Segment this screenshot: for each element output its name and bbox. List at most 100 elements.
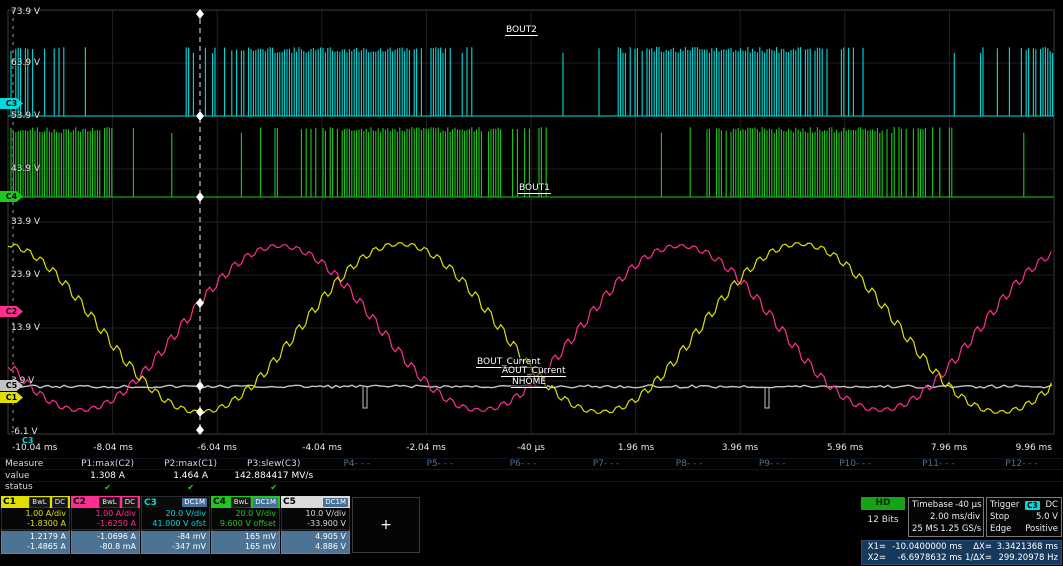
channel-c2-x2-value: -80.8 mA: [99, 542, 136, 551]
measure-p5-label[interactable]: P5- - -: [398, 459, 481, 469]
cursor-x2-label: X2=: [867, 553, 886, 563]
measure-status-row: status ✔ ✔ ✔: [0, 481, 1063, 492]
channel-c1-header[interactable]: C1 BwL DC: [1, 496, 70, 508]
measure-p11-label[interactable]: P11- - -: [897, 459, 980, 469]
trace-label-nhome: NHOME: [511, 377, 548, 388]
timebase-title: Timebase: [912, 500, 954, 510]
trigger-coupling: DC: [1045, 500, 1058, 510]
channel-c3-scale: 20.0 V/div: [165, 509, 206, 518]
channel-descriptor-c1[interactable]: C1 BwL DC 1.00 A/div -1.8300 A 1.2179 A …: [1, 496, 70, 554]
measure-p3-label[interactable]: P3:slew(C3): [232, 459, 315, 469]
x-axis-label: 9.96 ms: [1015, 443, 1052, 453]
channel-c2-cursor-values: -1.0696 A -80.8 mA: [71, 530, 140, 554]
channel-descriptor-c5[interactable]: C5 DC1M 10.0 V/div -33.900 V 4.905 V 4.8…: [281, 496, 350, 554]
channel-c4-label: C4: [213, 497, 226, 507]
channel-c4-bwl-badge: BwL: [230, 496, 252, 508]
channel-c5-x2-value: 4.886 V: [315, 542, 346, 551]
measure-p12-label[interactable]: P12- - -: [980, 459, 1063, 469]
x-axis-label: -4.04 ms: [302, 443, 342, 453]
channel-c1-scale: 1.00 A/div: [25, 509, 66, 518]
channel-c2-bwl-badge: BwL: [99, 496, 120, 508]
measure-p3-value: 142.884417 MV/s: [234, 470, 314, 481]
x-axis-label: -6.04 ms: [197, 443, 237, 453]
channel-c5-cursor-values: 4.905 V 4.886 V: [281, 530, 350, 554]
channel-c3-label: C3: [144, 497, 157, 508]
channel-c2-label: C2: [73, 497, 86, 507]
cursor-dx-value: 3.3421368 ms: [996, 542, 1058, 552]
cursor-invdx-value: 299.20978 Hz: [998, 553, 1058, 563]
x-axis-label: 5.96 ms: [826, 443, 864, 453]
channel-c3-x1-value: -84 mV: [177, 532, 206, 541]
channel-c1-settings[interactable]: 1.00 A/div -1.8300 A: [1, 508, 70, 530]
channel-c4-scale: 20.0 V/div: [235, 509, 276, 518]
channel-c3-x2-value: -347 mV: [172, 542, 206, 551]
trigger-panel[interactable]: Trigger C3 DC Stop 5.0 V Edge Positive: [986, 497, 1062, 537]
channel-c4-header[interactable]: C4 BwL DC1M: [211, 496, 280, 508]
timebase-samples: 25 MS: [912, 524, 939, 534]
timebase-panel[interactable]: Timebase -40 µs 2.00 ms/div 25 MS 1.25 G…: [908, 497, 984, 537]
trigger-title: Trigger: [990, 500, 1020, 510]
channel-c3-coupling-badge: DC1M: [182, 498, 207, 507]
measure-p1-label[interactable]: P1:max(C2): [66, 459, 149, 469]
x-axis-label: -10.04 ms: [12, 443, 58, 453]
measure-p9-label[interactable]: P9- - -: [731, 459, 814, 469]
measure-p2-label[interactable]: P2:max(C1): [149, 459, 232, 469]
measure-p1-value: 1.308 A: [90, 470, 125, 481]
waveform-display: [0, 0, 1063, 458]
trace-label-aout-current: AOUT_Current: [501, 366, 567, 377]
channel-c3-header[interactable]: C3 DC1M: [141, 496, 210, 508]
channel-c1-label: C1: [3, 497, 16, 507]
channel-c4-cursor-values: 165 mV 165 mV: [211, 530, 280, 554]
channel-c5-label: C5: [283, 497, 296, 507]
timebase-samplerate: 1.25 GS/s: [940, 524, 982, 534]
channel-c4-settings[interactable]: 20.0 V/div 9.600 V offset: [211, 508, 280, 530]
measure-p1-status-icon: ✔: [104, 482, 111, 492]
trigger-type: Edge: [990, 524, 1012, 534]
cursor-x2-value: -6.6978632 ms: [897, 553, 962, 563]
cursor-x1-label: X1=: [867, 542, 886, 552]
x-axis-label: 7.96 ms: [930, 443, 968, 453]
channel-c5-settings[interactable]: 10.0 V/div -33.900 V: [281, 508, 350, 530]
measure-p2-value: 1.464 A: [173, 470, 209, 481]
trigger-source-marker[interactable]: C3: [22, 436, 33, 445]
measure-p6-label[interactable]: P6- - -: [481, 459, 564, 469]
measure-row-title: value: [5, 470, 30, 481]
measure-value-row: value 1.308 A 1.464 A 142.884417 MV/s: [0, 469, 1063, 481]
oscilloscope-screen: 73.9 V 63.9 V 53.9 V 43.9 V 33.9 V 23.9 …: [0, 0, 1063, 566]
channel-c5-coupling-badge: DC1M: [323, 497, 348, 507]
channel-c2-coupling-badge: DC: [121, 496, 138, 508]
channel-c1-x1-value: 1.2179 A: [29, 532, 66, 541]
measure-row-title: Measure: [5, 459, 44, 469]
measure-p7-label[interactable]: P7- - -: [564, 459, 647, 469]
channel-c2-x1-value: -1.0696 A: [97, 532, 136, 541]
x-axis-label: 1.96 ms: [617, 443, 655, 453]
x-axis-label: 3.96 ms: [721, 443, 759, 453]
measure-label-row: Measure P1:max(C2) P2:max(C1) P3:slew(C3…: [0, 458, 1063, 469]
timebase-scale: 2.00 ms/div: [930, 512, 980, 522]
measure-p8-label[interactable]: P8- - -: [648, 459, 731, 469]
channel-c3-settings[interactable]: 20.0 V/div 41.000 V ofst: [141, 508, 210, 530]
resolution-bits-label: 12 Bits: [867, 515, 899, 525]
channel-c1-coupling-badge: DC: [51, 496, 68, 508]
channel-descriptor-c2[interactable]: C2 BwL DC 1.00 A/div -1.6250 A -1.0696 A…: [71, 496, 140, 554]
measure-p3-status-icon: ✔: [270, 482, 278, 492]
channel-c2-offset: -1.6250 A: [97, 519, 136, 528]
channel-c5-x1-value: 4.905 V: [315, 532, 346, 541]
hd-mode-badge[interactable]: HD: [861, 497, 905, 510]
channel-c2-header[interactable]: C2 BwL DC: [71, 496, 140, 508]
channel-descriptor-c3[interactable]: C3 DC1M 20.0 V/div 41.000 V ofst -84 mV …: [141, 496, 210, 554]
channel-c5-header[interactable]: C5 DC1M: [281, 496, 350, 508]
channel-c2-scale: 1.00 A/div: [95, 509, 136, 518]
marker-panel[interactable]: +: [352, 497, 420, 553]
trigger-slope: Positive: [1025, 524, 1058, 534]
x-axis-label: -40 µs: [517, 443, 545, 453]
trigger-mode: Stop: [990, 512, 1010, 522]
channel-c2-settings[interactable]: 1.00 A/div -1.6250 A: [71, 508, 140, 530]
measure-p4-label[interactable]: P4- - -: [315, 459, 398, 469]
channel-c4-x1-value: 165 mV: [244, 532, 276, 541]
channel-c1-x2-value: -1.4865 A: [27, 542, 66, 551]
measure-p10-label[interactable]: P10- - -: [814, 459, 897, 469]
channel-c1-bwl-badge: BwL: [29, 496, 50, 508]
channel-c4-coupling-badge: DC1M: [253, 497, 278, 507]
channel-descriptor-c4[interactable]: C4 BwL DC1M 20.0 V/div 9.600 V offset 16…: [211, 496, 280, 554]
